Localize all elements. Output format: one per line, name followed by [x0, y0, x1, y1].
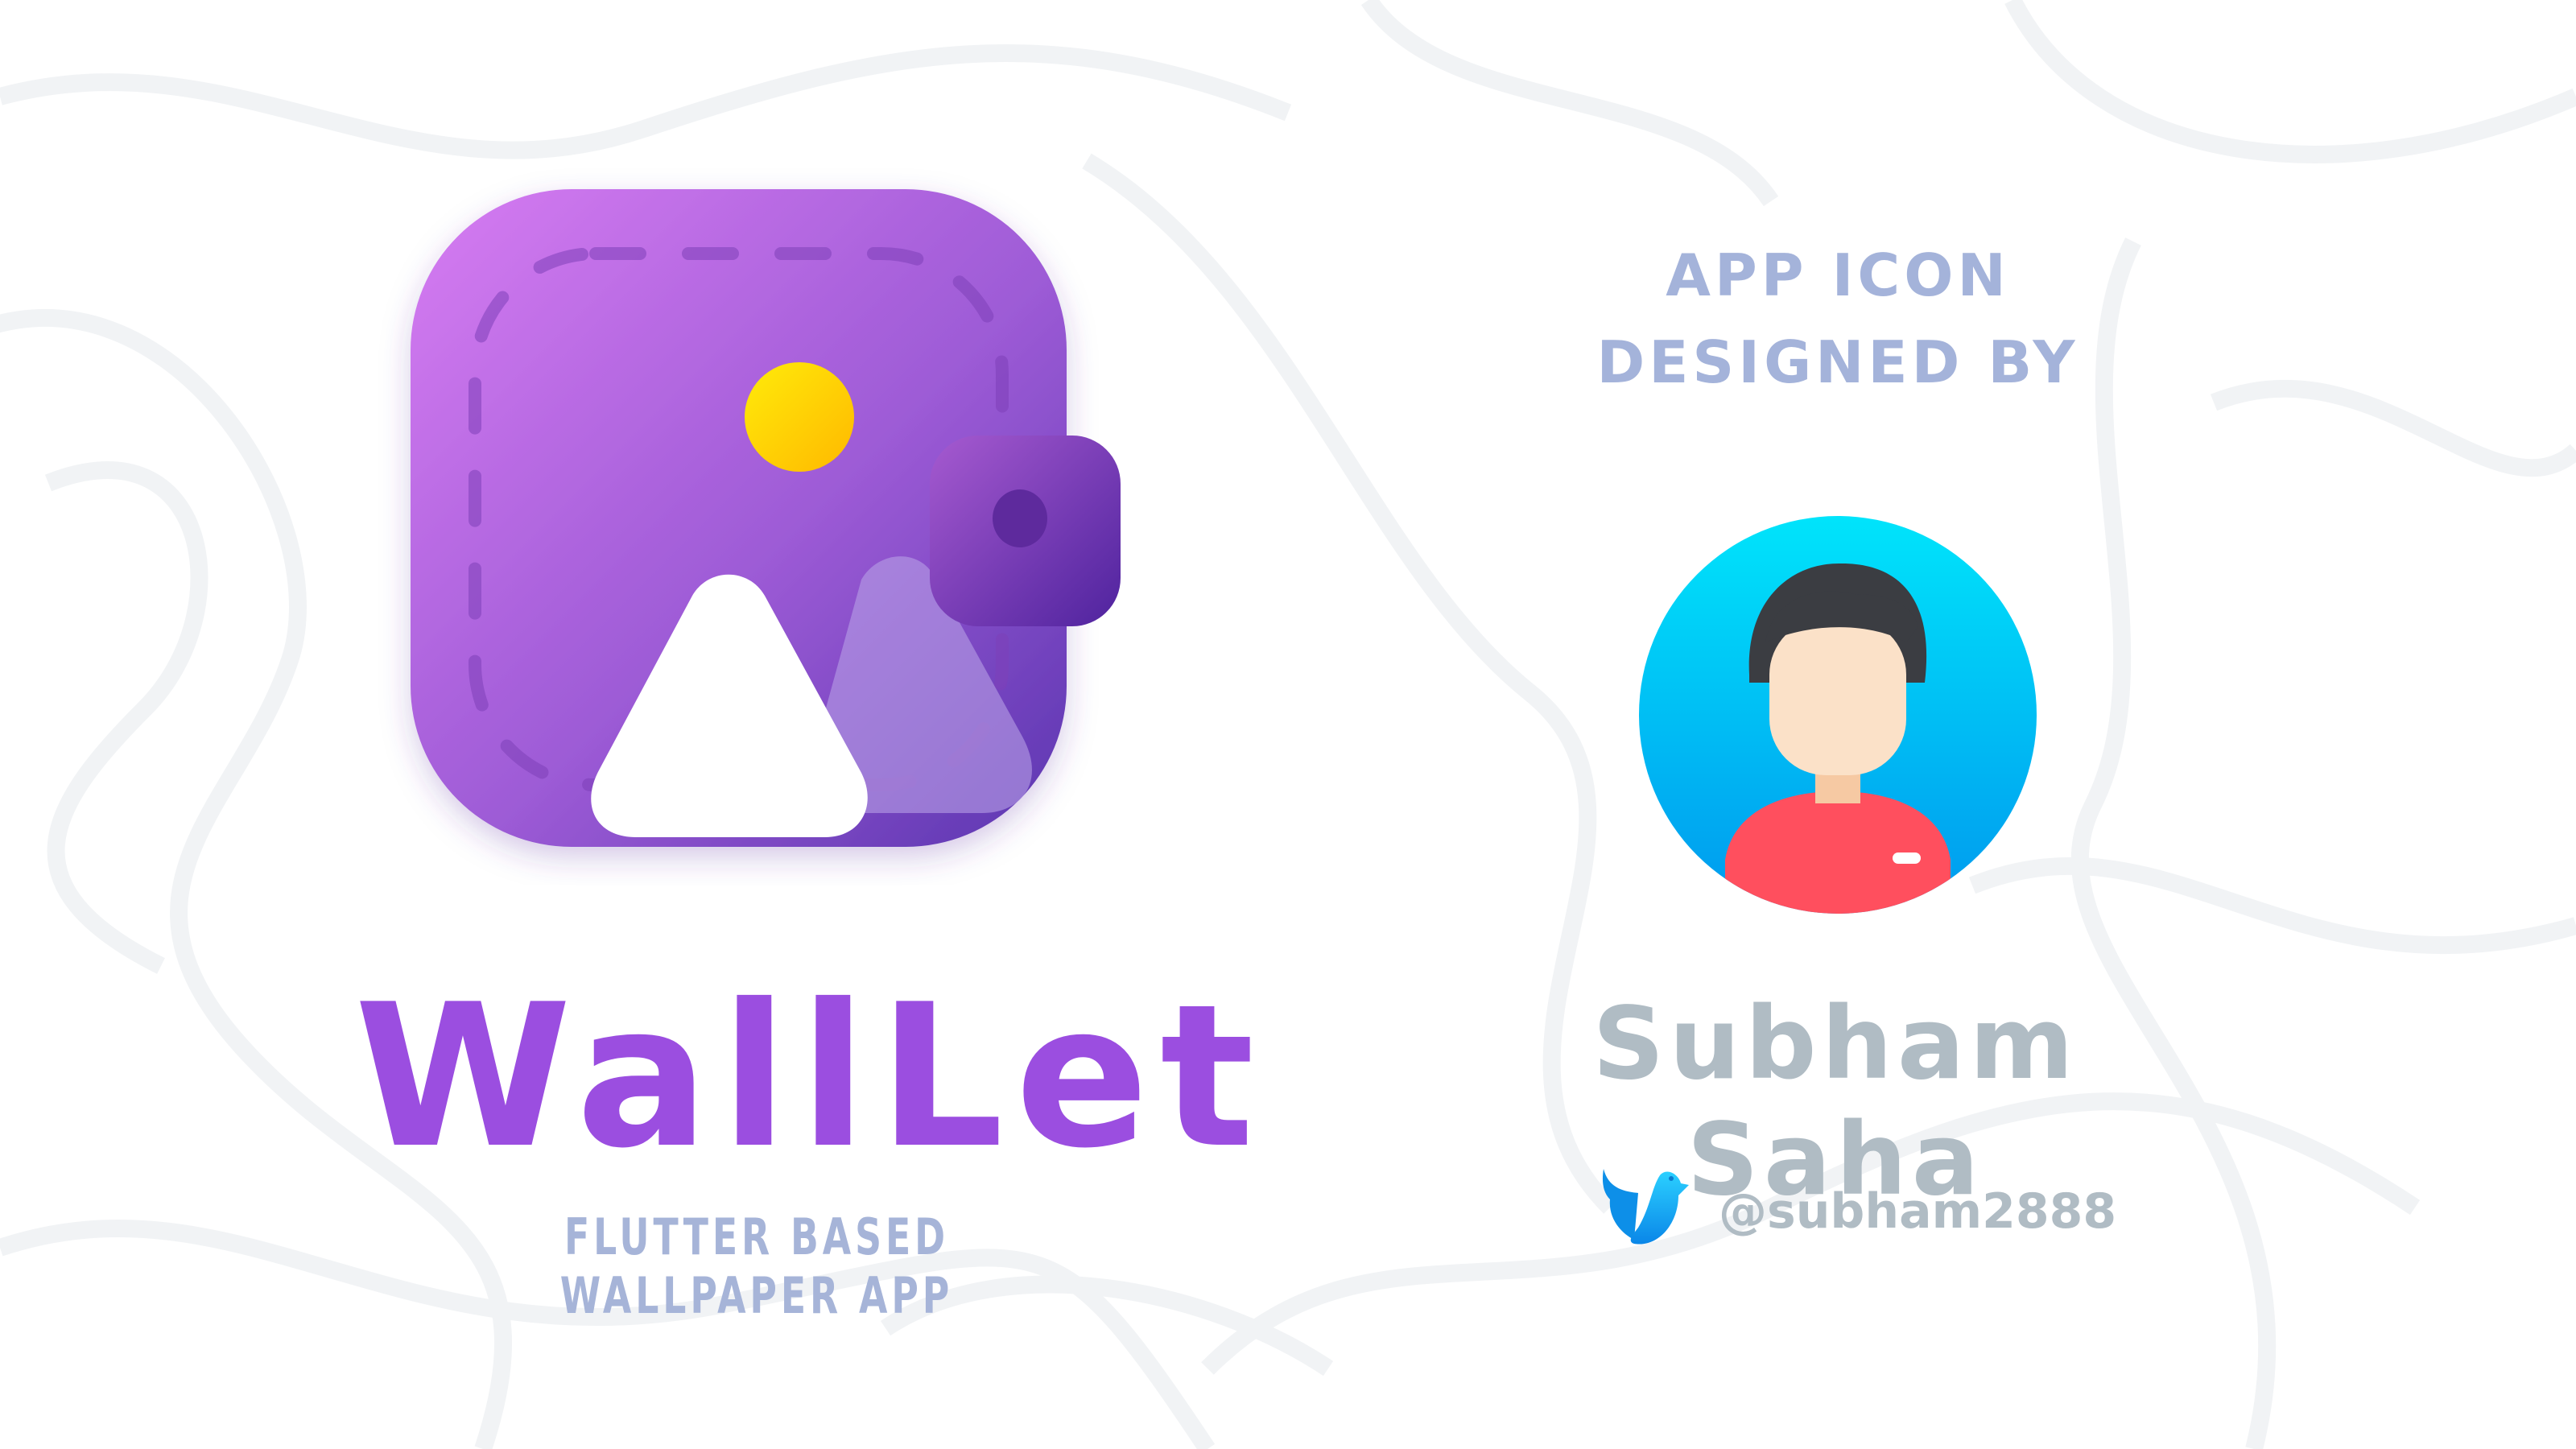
credit-line-1: APP ICON: [1666, 242, 2010, 309]
clasp-button: [993, 489, 1047, 547]
sun-icon: [745, 362, 854, 472]
app-icon-wallet: [411, 189, 1121, 847]
twitter-bird-icon[interactable]: [1602, 1167, 1695, 1252]
user-avatar-icon: [1639, 516, 2037, 914]
app-name: WallLet: [354, 962, 1266, 1191]
twitter-handle[interactable]: @subham2888: [1719, 1183, 2116, 1240]
app-subtitle: FLUTTER BASED WALLPAPER APP: [559, 1208, 954, 1325]
credit-line-2: DESIGNED BY: [1596, 328, 2079, 396]
